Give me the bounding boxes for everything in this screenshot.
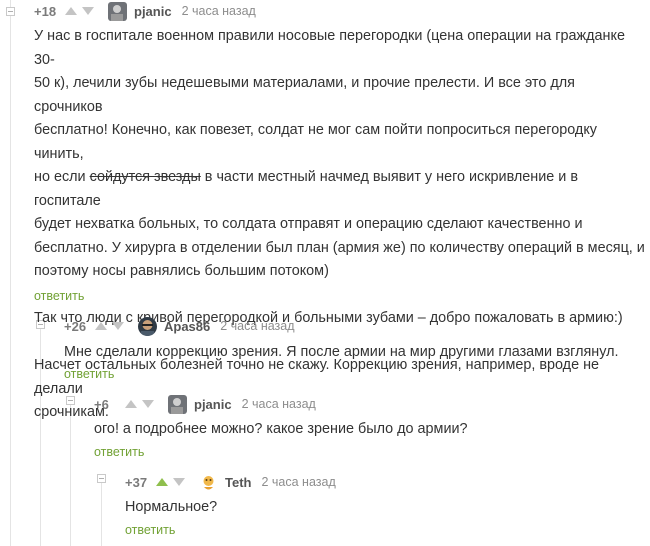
comment-text-part: У нас в госпитале военном правили носовы… — [34, 28, 625, 185]
arrow-down-icon[interactable] — [141, 399, 155, 409]
comment-text: ого! а подробнее можно? какое зрение был… — [94, 421, 468, 437]
author-name[interactable]: pjanic — [194, 397, 232, 412]
comment-time: 2 часа назад — [261, 475, 336, 489]
rating-value: +26 — [64, 318, 87, 334]
strikethrough-text: сойдутся звезды — [89, 169, 201, 185]
comment-time: 2 часа назад — [241, 397, 316, 411]
author-name[interactable]: Apas86 — [164, 319, 210, 334]
collapse-icon[interactable] — [97, 474, 106, 483]
comment-text: Мне сделали коррекцию зрения. Я после ар… — [64, 344, 619, 360]
arrow-down-icon[interactable] — [172, 477, 186, 487]
thread-rail-4 — [101, 478, 102, 546]
arrow-up-icon[interactable] — [94, 321, 108, 331]
comment-header: +6 pjanic 2 часа назад — [94, 394, 316, 414]
comment-header: +37 Teth 2 часа назад — [125, 472, 336, 492]
arrow-down-icon[interactable] — [111, 321, 125, 331]
avatar[interactable] — [199, 472, 218, 492]
avatar[interactable] — [108, 1, 127, 21]
arrow-up-icon[interactable] — [155, 477, 169, 487]
comment-text: У нас в госпитале военном правили носовы… — [34, 25, 646, 425]
comment-time: 2 часа назад — [220, 319, 295, 333]
reply-link[interactable]: ответить — [94, 445, 144, 459]
author-name[interactable]: Teth — [225, 475, 251, 490]
reply-link[interactable]: ответить — [125, 523, 175, 537]
avatar[interactable] — [168, 394, 187, 414]
comment-header: +18 pjanic 2 часа назад — [34, 1, 256, 21]
rating-value: +6 — [94, 396, 109, 412]
arrow-up-icon[interactable] — [124, 399, 138, 409]
collapse-icon[interactable] — [6, 7, 15, 16]
arrow-down-icon[interactable] — [81, 6, 95, 16]
thread-rail-1 — [10, 0, 11, 546]
comment-time: 2 часа назад — [181, 4, 256, 18]
rating-value: +18 — [34, 3, 57, 19]
avatar[interactable] — [138, 316, 157, 336]
reply-link[interactable]: ответить — [64, 367, 114, 381]
rating-value: +37 — [125, 474, 148, 490]
author-name[interactable]: pjanic — [134, 4, 172, 19]
comment-text-part: в части местный начмед выявит у него иск… — [34, 169, 645, 420]
comment-header: +26 Apas86 2 часа назад — [64, 316, 295, 336]
comment-text: Нормальное? — [125, 499, 218, 515]
reply-link[interactable]: ответить — [34, 289, 84, 303]
arrow-up-icon[interactable] — [64, 6, 78, 16]
